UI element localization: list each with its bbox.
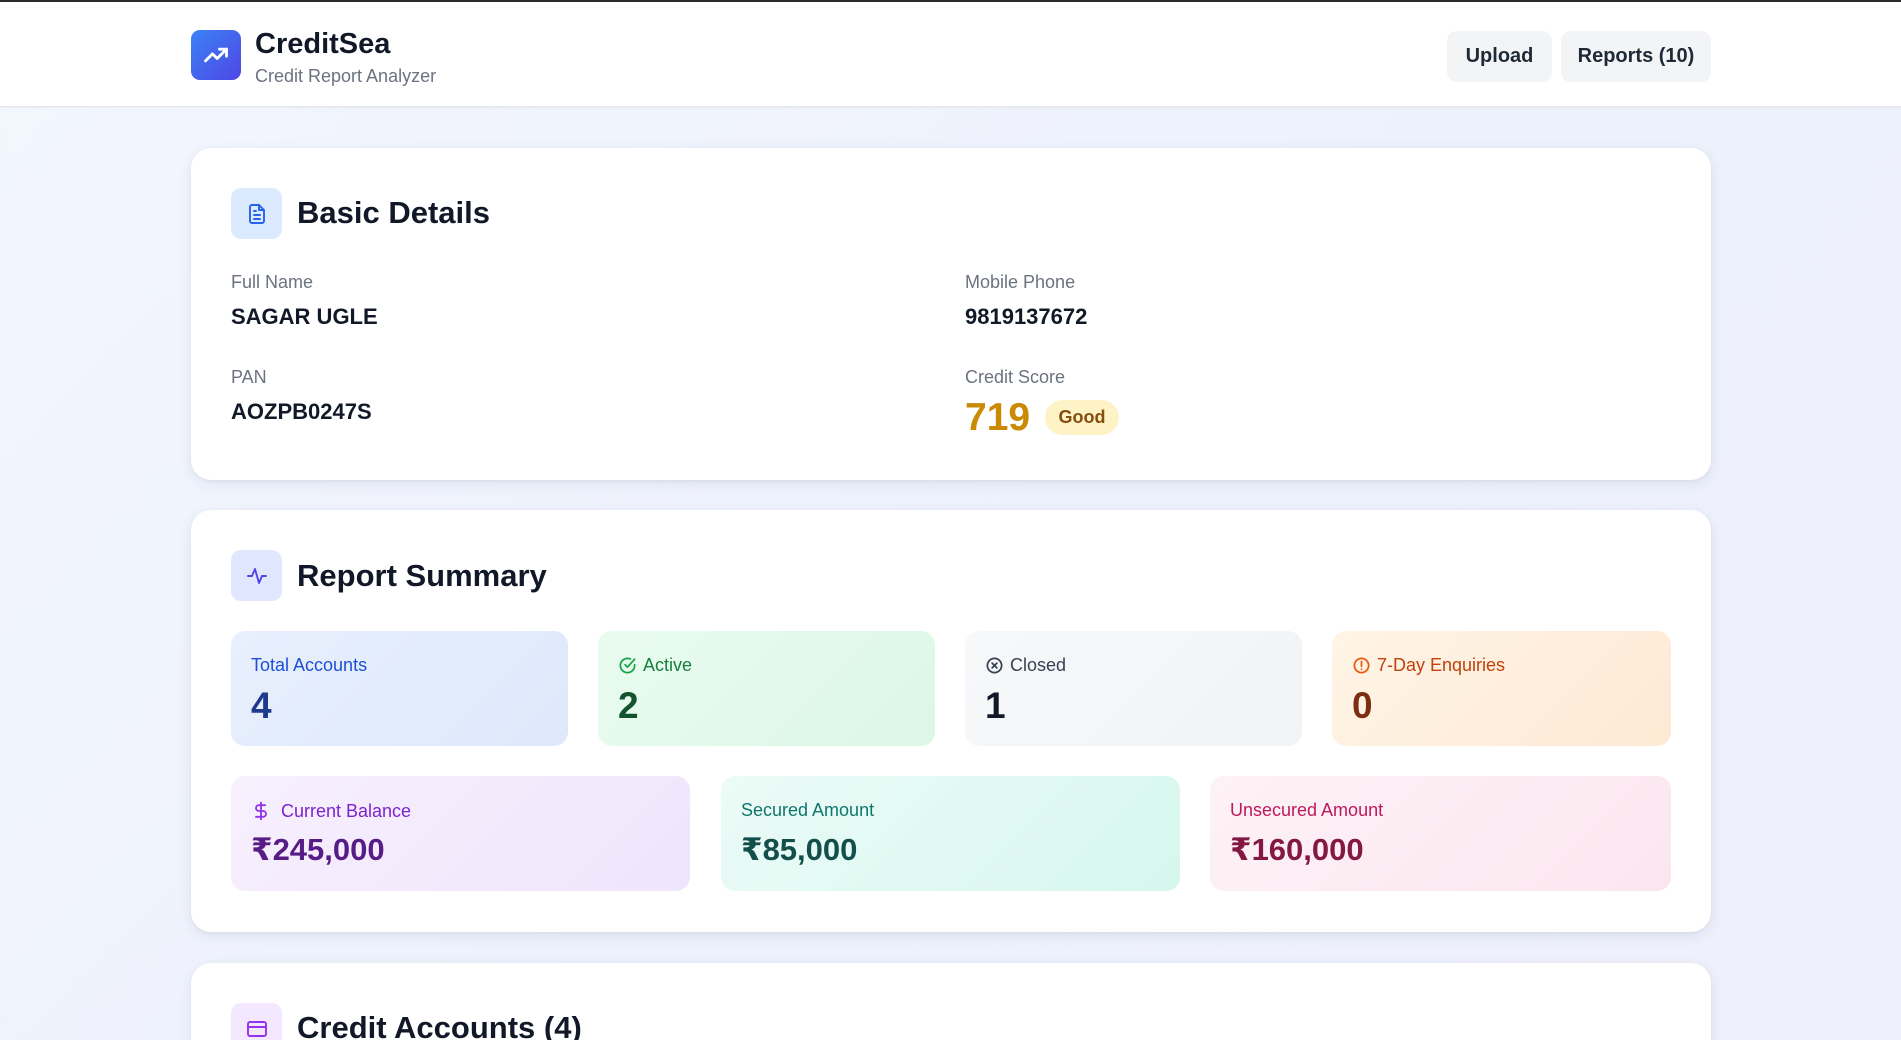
dollar-sign-icon xyxy=(251,800,271,822)
total-accounts-value: 4 xyxy=(251,685,272,726)
basic-details-title: Basic Details xyxy=(297,195,490,230)
unsecured-amount-label: Unsecured Amount xyxy=(1230,800,1384,820)
report-summary-title: Report Summary xyxy=(297,558,547,593)
active-value: 2 xyxy=(618,685,639,726)
mobile-phone-value: 9819137672 xyxy=(965,304,1088,329)
enquiries-label: 7-Day Enquiries xyxy=(1377,655,1506,675)
app-title: CreditSea xyxy=(255,28,391,60)
full-name-label: Full Name xyxy=(231,272,314,292)
unsecured-amount-value: ₹160,000 xyxy=(1230,832,1364,867)
x-circle-icon xyxy=(985,656,1004,675)
credit-score-badge: Good xyxy=(1045,400,1119,435)
check-circle-icon xyxy=(618,656,637,675)
closed-value: 1 xyxy=(985,685,1006,726)
pan-value: AOZPB0247S xyxy=(231,399,372,424)
enquiries-stat: 7-Day Enquiries 0 xyxy=(1332,631,1671,746)
trending-up-icon xyxy=(191,30,241,80)
credit-accounts-title: Credit Accounts (4) xyxy=(297,1010,582,1040)
closed-stat: Closed 1 xyxy=(965,631,1302,746)
report-summary-card: Report Summary Total Accounts 4 Active 2 xyxy=(191,510,1711,932)
total-accounts-label: Total Accounts xyxy=(251,655,368,675)
app-subtitle: Credit Report Analyzer xyxy=(255,66,437,86)
secured-amount-value: ₹85,000 xyxy=(741,832,858,867)
activity-icon xyxy=(231,550,282,601)
current-balance-value: ₹245,000 xyxy=(251,832,385,867)
mobile-phone-label: Mobile Phone xyxy=(965,272,1076,292)
active-stat: Active 2 xyxy=(598,631,935,746)
unsecured-amount-stat: Unsecured Amount ₹160,000 xyxy=(1210,776,1671,891)
credit-score-label: Credit Score xyxy=(965,367,1066,387)
basic-details-card: Basic Details Full Name SAGAR UGLE Mobil… xyxy=(191,148,1711,480)
document-icon xyxy=(231,188,282,239)
full-name-value: SAGAR UGLE xyxy=(231,304,378,329)
alert-circle-icon xyxy=(1352,656,1371,675)
current-balance-stat: Current Balance ₹245,000 xyxy=(231,776,690,891)
active-label: Active xyxy=(643,655,693,675)
secured-amount-label: Secured Amount xyxy=(741,800,875,820)
reports-button[interactable]: Reports (10) xyxy=(1561,31,1711,82)
secured-amount-stat: Secured Amount ₹85,000 xyxy=(721,776,1180,891)
upload-button[interactable]: Upload xyxy=(1447,31,1552,82)
credit-score-value: 719 xyxy=(965,396,1031,439)
enquiries-value: 0 xyxy=(1352,685,1373,726)
closed-label: Closed xyxy=(1010,655,1067,675)
current-balance-label: Current Balance xyxy=(281,800,412,821)
app-header: CreditSea Credit Report Analyzer Upload … xyxy=(0,2,1901,107)
credit-accounts-card: Credit Accounts (4) xyxy=(191,963,1711,1040)
pan-label: PAN xyxy=(231,367,267,387)
credit-card-icon xyxy=(231,1003,282,1040)
total-accounts-stat: Total Accounts 4 xyxy=(231,631,568,746)
